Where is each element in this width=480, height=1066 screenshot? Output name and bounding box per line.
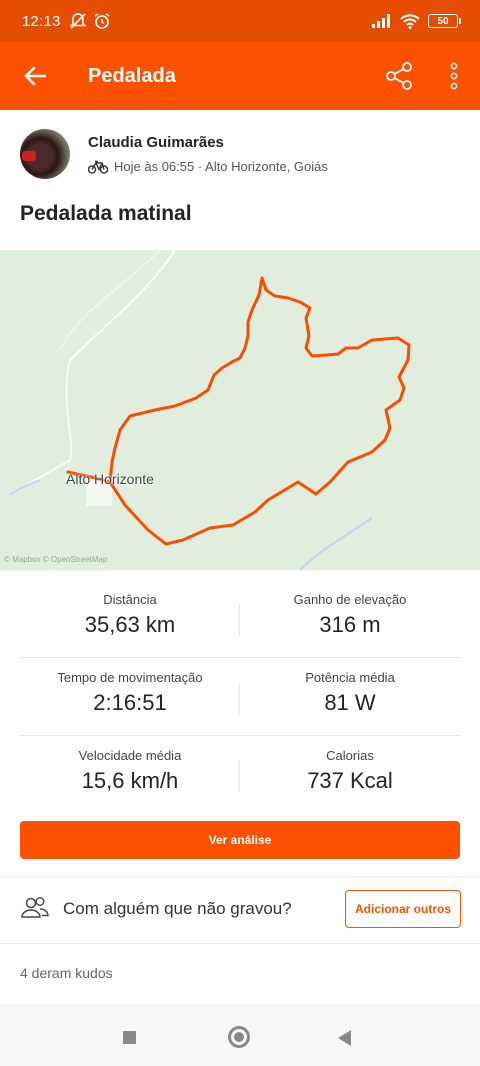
map-road: [59, 250, 161, 351]
invite-row: Com alguém que não gravou? Adicionar out…: [0, 876, 480, 942]
map-canvas: [9, 250, 411, 570]
bike-icon: [88, 160, 108, 174]
route-line: [66, 276, 411, 546]
stat-distance: Distância 35,63 km: [20, 580, 240, 658]
back-button[interactable]: [0, 42, 70, 110]
stats-grid: Distância 35,63 km Ganho de elevação 316…: [20, 580, 460, 814]
map-river: [9, 479, 41, 496]
mute-icon: [69, 13, 86, 29]
avatar[interactable]: [20, 129, 70, 179]
stat-label: Distância: [103, 592, 157, 607]
map-town-label: Alto Horizonte: [66, 471, 154, 487]
section-divider: [0, 943, 480, 944]
system-back-button[interactable]: [338, 1030, 351, 1046]
share-icon: [386, 62, 412, 90]
battery-icon: 50: [428, 14, 461, 28]
stat-elevation-gain: Ganho de elevação 316 m: [240, 580, 460, 658]
add-others-button[interactable]: Adicionar outros: [345, 890, 461, 928]
more-vertical-icon: [450, 62, 458, 90]
stat-value: 15,6 km/h: [81, 768, 179, 793]
map-attribution[interactable]: © Mapbox © OpenStreetMap: [4, 555, 107, 564]
stats-row: Tempo de movimentação 2:16:51 Potência m…: [20, 658, 460, 736]
stats-row: Velocidade média 15,6 km/h Calorias 737 …: [20, 736, 460, 814]
stat-avg-speed: Velocidade média 15,6 km/h: [20, 736, 240, 814]
stats-row: Distância 35,63 km Ganho de elevação 316…: [20, 580, 460, 658]
stat-avg-power: Potência média 81 W: [240, 658, 460, 736]
invite-question: Com alguém que não gravou?: [63, 899, 292, 918]
activity-meta: Hoje às 06:55 · Alto Horizonte, Goiás: [88, 159, 328, 174]
home-button[interactable]: [228, 1026, 250, 1048]
stat-value: 316 m: [319, 612, 381, 637]
status-time: 12:13: [22, 12, 61, 30]
share-button[interactable]: [380, 56, 420, 96]
map-river: [299, 517, 373, 570]
back-arrow-icon: [24, 66, 46, 86]
status-bar: 12:13 50: [0, 0, 480, 42]
map-road: [9, 250, 176, 496]
route-map[interactable]: Alto Horizonte © Mapbox © OpenStreetMap: [0, 250, 480, 570]
people-icon: [21, 897, 49, 918]
page-title: Pedalada: [88, 64, 176, 87]
system-nav-bar: [0, 1004, 480, 1066]
activity-title: Pedalada matinal: [20, 202, 192, 225]
wifi-icon: [400, 13, 420, 29]
stat-label: Calorias: [326, 748, 374, 763]
recents-button[interactable]: [123, 1031, 136, 1044]
activity-meta-text: Hoje às 06:55 · Alto Horizonte, Goiás: [114, 159, 328, 174]
stat-label: Ganho de elevação: [293, 592, 407, 607]
stat-calories: Calorias 737 Kcal: [240, 736, 460, 814]
signal-icon: [372, 14, 390, 28]
view-analysis-button[interactable]: Ver análise: [20, 821, 460, 859]
athlete-header: Claudia Guimarães Hoje às 06:55 · Alto H…: [0, 110, 480, 196]
alarm-icon: [94, 13, 109, 29]
athlete-name[interactable]: Claudia Guimarães: [88, 134, 224, 151]
stat-moving-time: Tempo de movimentação 2:16:51: [20, 658, 240, 736]
stat-label: Velocidade média: [78, 748, 182, 763]
stat-value: 35,63 km: [84, 612, 176, 637]
stat-label: Tempo de movimentação: [57, 670, 203, 685]
stat-value: 737 Kcal: [307, 768, 393, 793]
stat-value: 81 W: [324, 690, 376, 715]
kudos-count[interactable]: 4 deram kudos: [20, 965, 113, 981]
app-bar: Pedalada: [0, 42, 480, 110]
more-options-button[interactable]: [436, 56, 472, 96]
stat-label: Potência média: [305, 670, 395, 685]
stat-value: 2:16:51: [93, 690, 167, 715]
